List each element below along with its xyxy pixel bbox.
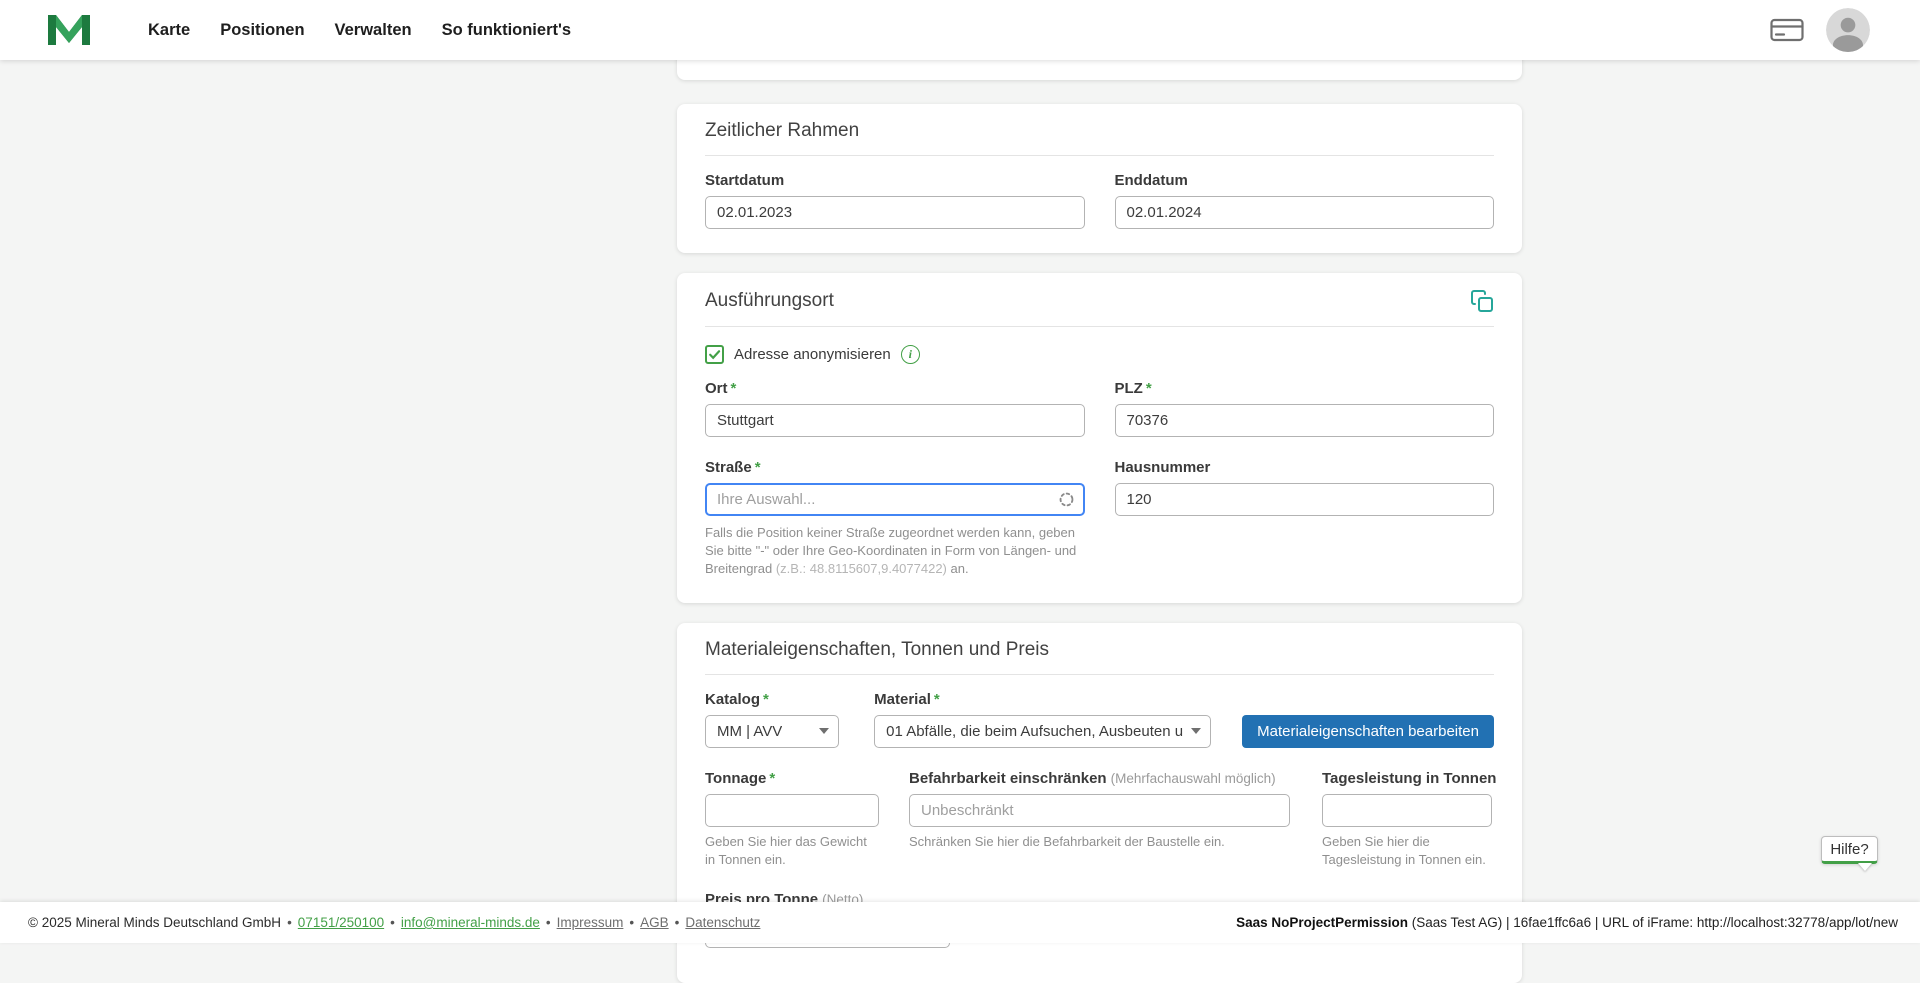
startdatum-input[interactable] bbox=[705, 196, 1085, 229]
help-button[interactable]: Hilfe? bbox=[1821, 836, 1878, 864]
nav-item-positionen[interactable]: Positionen bbox=[220, 21, 304, 40]
material-label: Material* bbox=[874, 691, 1211, 708]
startdatum-label: Startdatum bbox=[705, 172, 1085, 189]
anonymize-label: Adresse anonymisieren bbox=[734, 346, 891, 363]
footer-separator: • bbox=[629, 915, 634, 930]
tonnage-input[interactable] bbox=[705, 794, 879, 827]
strasse-helper-text: Falls die Position keiner Straße zugeord… bbox=[705, 524, 1085, 579]
hausnummer-input[interactable] bbox=[1115, 483, 1495, 516]
required-star: * bbox=[1146, 380, 1152, 397]
footer-left: © 2025 Mineral Minds Deutschland GmbH • … bbox=[28, 915, 760, 930]
anonymize-checkbox[interactable] bbox=[705, 345, 724, 364]
tonnage-label: Tonnage* bbox=[705, 770, 879, 787]
divider bbox=[705, 674, 1494, 675]
edit-material-properties-button[interactable]: Materialeigenschaften bearbeiten bbox=[1242, 715, 1494, 748]
card-ausfuehrungsort: Ausführungsort Adresse anonymisieren i bbox=[677, 273, 1522, 603]
card-title-zeitlicher-rahmen: Zeitlicher Rahmen bbox=[705, 120, 1494, 142]
footer-env-details: (Saas Test AG) | 16fae1ffc6a6 | URL of i… bbox=[1408, 915, 1898, 930]
katalog-label: Katalog* bbox=[705, 691, 839, 708]
katalog-select[interactable]: MM | AVV bbox=[705, 715, 839, 748]
tagesleistung-helper-text: Geben Sie hier die Tagesleistung in Tonn… bbox=[1322, 833, 1492, 869]
nav-item-verwalten[interactable]: Verwalten bbox=[335, 21, 412, 40]
befahrbarkeit-label: Befahrbarkeit einschränken(Mehrfachauswa… bbox=[909, 770, 1290, 787]
user-avatar[interactable] bbox=[1826, 8, 1870, 52]
footer-impressum-link[interactable]: Impressum bbox=[557, 915, 624, 930]
footer-env-name: Saas NoProjectPermission bbox=[1236, 915, 1408, 930]
info-icon[interactable]: i bbox=[901, 345, 920, 364]
card-title-material: Materialeigenschaften, Tonnen und Preis bbox=[705, 639, 1494, 661]
geo-coords-example: (z.B.: 48.8115607,9.4077422) bbox=[776, 561, 947, 576]
required-star: * bbox=[755, 459, 761, 476]
required-star: * bbox=[731, 380, 737, 397]
befahrbarkeit-hint: (Mehrfachauswahl möglich) bbox=[1111, 771, 1276, 786]
chevron-down-icon bbox=[819, 728, 829, 734]
hausnummer-label: Hausnummer bbox=[1115, 459, 1495, 476]
checkbox-check-icon bbox=[708, 348, 721, 361]
credit-card-icon[interactable] bbox=[1770, 18, 1804, 42]
top-navbar: Karte Positionen Verwalten So funktionie… bbox=[0, 0, 1920, 60]
footer-separator: • bbox=[546, 915, 551, 930]
enddatum-input[interactable] bbox=[1115, 196, 1495, 229]
anonymize-row: Adresse anonymisieren i bbox=[705, 345, 1494, 364]
nav-item-so-funktionierts[interactable]: So funktioniert's bbox=[442, 21, 572, 40]
footer-copyright: © 2025 Mineral Minds Deutschland GmbH bbox=[28, 915, 281, 930]
person-icon bbox=[1826, 8, 1870, 52]
copy-icon[interactable] bbox=[1470, 289, 1494, 313]
footer-datenschutz-link[interactable]: Datenschutz bbox=[685, 915, 760, 930]
footer-environment-info: Saas NoProjectPermission (Saas Test AG) … bbox=[1236, 915, 1898, 930]
nav-item-karte[interactable]: Karte bbox=[148, 21, 190, 40]
enddatum-label: Enddatum bbox=[1115, 172, 1495, 189]
main-nav: Karte Positionen Verwalten So funktionie… bbox=[148, 21, 571, 40]
footer-separator: • bbox=[675, 915, 680, 930]
card-title-ausfuehrungsort: Ausführungsort bbox=[705, 290, 834, 312]
card-zeitlicher-rahmen: Zeitlicher Rahmen Startdatum Enddatum bbox=[677, 104, 1522, 253]
footer-phone-link[interactable]: 07151/250100 bbox=[298, 915, 384, 930]
ort-label: Ort* bbox=[705, 380, 1085, 397]
plz-input[interactable] bbox=[1115, 404, 1495, 437]
mineral-minds-logo[interactable] bbox=[46, 13, 92, 47]
footer-agb-link[interactable]: AGB bbox=[640, 915, 669, 930]
footer-separator: • bbox=[390, 915, 395, 930]
tagesleistung-label: Tagesleistung in Tonnen bbox=[1322, 770, 1492, 787]
divider bbox=[705, 326, 1494, 327]
form-column: Zeitlicher Rahmen Startdatum Enddatum Au… bbox=[677, 0, 1522, 983]
ort-input[interactable] bbox=[705, 404, 1085, 437]
befahrbarkeit-helper-text: Schränken Sie hier die Befahrbarkeit der… bbox=[909, 833, 1290, 851]
footer-email-link[interactable]: info@mineral-minds.de bbox=[401, 915, 540, 930]
footer: © 2025 Mineral Minds Deutschland GmbH • … bbox=[0, 902, 1920, 943]
footer-separator: • bbox=[287, 915, 292, 930]
logo-m-icon bbox=[46, 13, 92, 47]
loading-spinner-icon bbox=[1058, 491, 1075, 508]
required-star: * bbox=[763, 691, 769, 708]
befahrbarkeit-input[interactable] bbox=[909, 794, 1290, 827]
required-star: * bbox=[769, 770, 775, 787]
strasse-input[interactable] bbox=[705, 483, 1085, 516]
tonnage-helper-text: Geben Sie hier das Gewicht in Tonnen ein… bbox=[705, 833, 879, 869]
chevron-down-icon bbox=[1191, 728, 1201, 734]
plz-label: PLZ* bbox=[1115, 380, 1495, 397]
material-select[interactable]: 01 Abfälle, die beim Aufsuchen, Ausbeute… bbox=[874, 715, 1211, 748]
divider bbox=[705, 155, 1494, 156]
tagesleistung-input[interactable] bbox=[1322, 794, 1492, 827]
required-star: * bbox=[934, 691, 940, 708]
header-actions bbox=[1770, 8, 1870, 52]
strasse-label: Straße* bbox=[705, 459, 1085, 476]
